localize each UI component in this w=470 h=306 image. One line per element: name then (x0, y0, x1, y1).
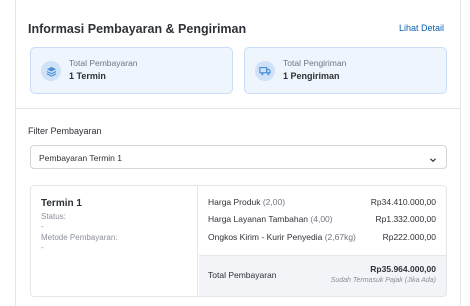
cost-line: Harga Layanan Tambahan (4,00) Rp1.332.00… (208, 214, 436, 224)
status-label: Status: (41, 212, 66, 221)
cost-line-qty: (2,00) (262, 197, 286, 207)
total-payment-row: Total Pembayaran Rp35.964.000,00 Sudah T… (199, 255, 446, 296)
cost-line-qty: (2,67kg) (324, 232, 356, 242)
section-divider (16, 108, 460, 109)
filter-selected-value: Pembayaran Termin 1 (39, 153, 122, 163)
cost-line: Harga Produk (2,00) Rp34.410.000,00 (208, 197, 436, 207)
total-payment-box: Total Pembayaran 1 Termin (30, 47, 233, 94)
total-payment-value: 1 Termin (69, 71, 106, 81)
cost-breakdown: Harga Produk (2,00) Rp34.410.000,00 Harg… (199, 186, 446, 296)
termin-title: Termin 1 (41, 198, 82, 209)
filter-label: Filter Pembayaran (28, 126, 102, 136)
payment-shipping-card: Informasi Pembayaran & Pengiriman Lihat … (15, 0, 461, 306)
cost-line: Ongkos Kirim - Kurir Penyedia (2,67kg) R… (208, 232, 436, 242)
chevron-down-icon (428, 152, 438, 170)
tax-note: Sudah Termasuk Pajak (Jika Ada) (330, 277, 436, 284)
cost-line-label: Harga Layanan Tambahan (208, 214, 309, 224)
stack-icon (41, 61, 61, 81)
cost-line-amount: Rp34.410.000,00 (370, 197, 436, 207)
payment-method-value: - (41, 243, 44, 252)
total-shipping-label: Total Pengiriman (283, 58, 347, 68)
cost-line-label: Harga Produk (208, 197, 261, 207)
total-payment-row-label: Total Pembayaran (208, 270, 277, 280)
total-shipping-box: Total Pengiriman 1 Pengiriman (244, 47, 447, 94)
section-title: Informasi Pembayaran & Pengiriman (28, 22, 247, 36)
termin-detail-panel: Termin 1 Status: - Metode Pembayaran: - … (30, 185, 447, 297)
total-shipping-value: 1 Pengiriman (283, 71, 340, 81)
status-value: - (41, 222, 44, 231)
cost-line-qty: (4,00) (310, 214, 333, 224)
total-payment-amount: Rp35.964.000,00 (370, 264, 436, 274)
cost-line-amount: Rp1.332.000,00 (375, 214, 437, 224)
payment-method-label: Metode Pembayaran: (41, 233, 118, 242)
cost-line-label: Ongkos Kirim - Kurir Penyedia (208, 232, 323, 242)
termin-info: Termin 1 Status: - Metode Pembayaran: - (31, 186, 198, 296)
truck-icon (255, 61, 275, 81)
view-detail-link[interactable]: Lihat Detail (399, 23, 444, 33)
cost-line-amount: Rp222.000,00 (382, 232, 436, 242)
total-payment-label: Total Pembayaran (69, 58, 138, 68)
payment-filter-select[interactable]: Pembayaran Termin 1 (30, 145, 447, 169)
